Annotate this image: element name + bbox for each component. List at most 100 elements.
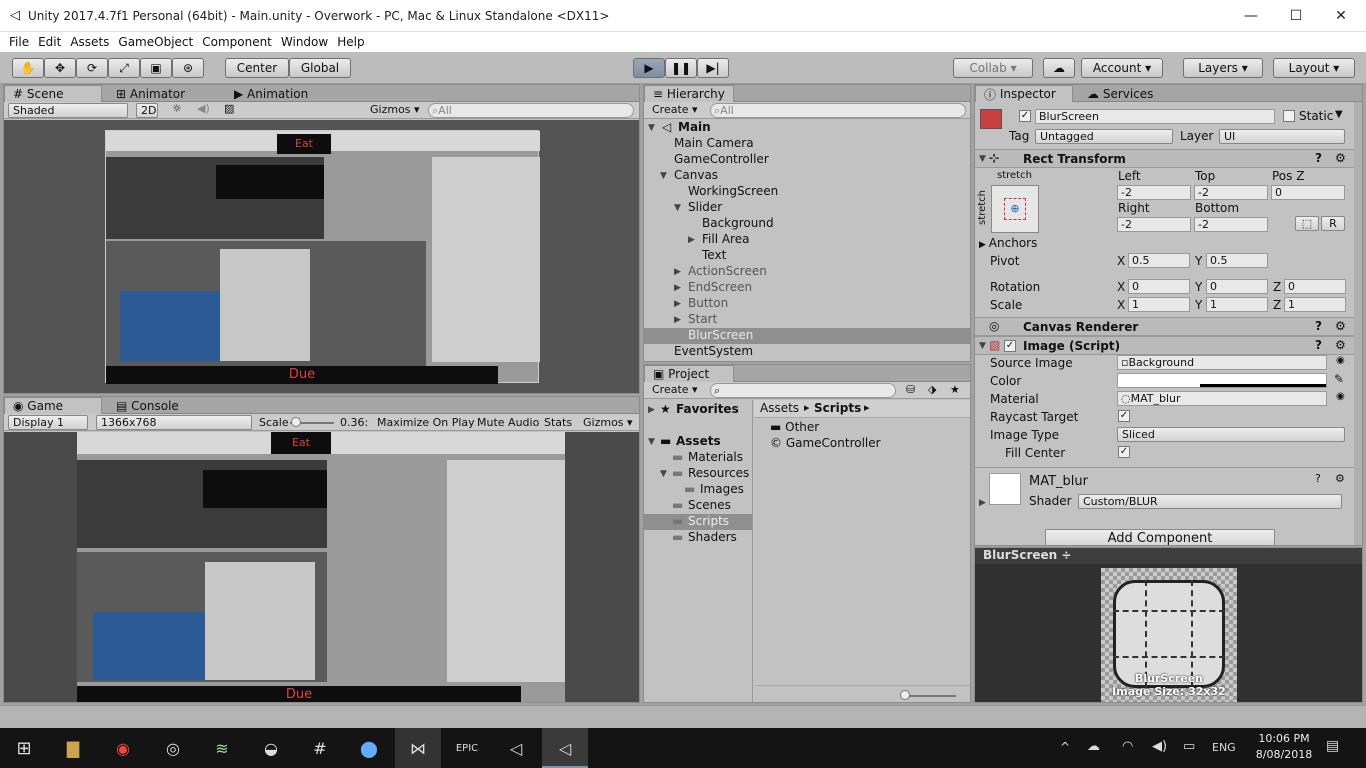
- expand-arrow-icon[interactable]: ▶: [674, 267, 681, 277]
- rot-x-field[interactable]: 0: [1128, 279, 1190, 294]
- project-folder-row[interactable]: ▬ Scripts: [644, 514, 752, 530]
- hierarchy-item[interactable]: BlurScreen: [644, 328, 970, 344]
- rect-tool-icon[interactable]: ▣: [140, 58, 172, 78]
- hierarchy-item[interactable]: WorkingScreen: [644, 184, 970, 200]
- scale-x-field[interactable]: 1: [1128, 297, 1190, 312]
- anchors-foldout[interactable]: ▶ Anchors: [979, 236, 1037, 250]
- hierarchy-search-input[interactable]: ⌕All: [710, 103, 966, 118]
- display-dropdown[interactable]: Display 1: [8, 415, 88, 430]
- scene-view[interactable]: Due Eat: [4, 120, 639, 393]
- filter-label-icon[interactable]: ⬗: [928, 383, 936, 396]
- file-explorer-icon[interactable]: ▇: [61, 736, 85, 760]
- cloud-icon[interactable]: ☁: [1043, 58, 1075, 78]
- settings-gear-icon[interactable]: ⚙: [1335, 472, 1345, 485]
- unity-hub-icon[interactable]: ◁: [504, 736, 528, 760]
- layout-dropdown[interactable]: Layout ▾: [1273, 58, 1355, 78]
- image-script-header[interactable]: ▼ ▧ ✓ Image (Script) ? ⚙: [975, 336, 1362, 355]
- battery-icon[interactable]: ▭: [1183, 739, 1195, 754]
- bottom-field[interactable]: -2: [1194, 217, 1268, 232]
- right-field[interactable]: -2: [1117, 217, 1191, 232]
- anchor-presets-button[interactable]: ⊕: [991, 185, 1039, 233]
- windows-start-icon[interactable]: ⊞: [12, 736, 36, 760]
- shader-dropdown[interactable]: Custom/BLUR: [1078, 494, 1342, 509]
- origin-icon[interactable]: ◎: [161, 736, 185, 760]
- audio-icon[interactable]: ◀): [197, 102, 210, 115]
- lighting-icon[interactable]: ☼: [172, 102, 182, 115]
- help-icon[interactable]: ?: [1315, 338, 1322, 352]
- fill-center-checkbox[interactable]: ✓: [1118, 446, 1130, 458]
- volume-icon[interactable]: ◀): [1152, 739, 1167, 754]
- unity-taskbar-item[interactable]: ◁: [542, 728, 588, 768]
- posz-field[interactable]: 0: [1271, 185, 1345, 200]
- tab-animation[interactable]: ▶ Animation: [226, 85, 316, 102]
- chrome-icon[interactable]: ◉: [111, 736, 135, 760]
- maps-icon[interactable]: ⬤: [357, 736, 381, 760]
- menu-component[interactable]: Component: [202, 35, 272, 49]
- hierarchy-item[interactable]: ▶ ActionScreen: [644, 264, 970, 280]
- canvas-renderer-header[interactable]: ◎ Canvas Renderer ? ⚙: [975, 317, 1362, 336]
- account-dropdown[interactable]: Account ▾: [1081, 58, 1163, 78]
- settings-gear-icon[interactable]: ⚙: [1335, 319, 1346, 333]
- hierarchy-create-dropdown[interactable]: Create ▾: [652, 103, 698, 116]
- script-gamecontroller[interactable]: © GameController: [770, 436, 881, 450]
- hierarchy-item[interactable]: ▼ Canvas: [644, 168, 970, 184]
- gameobject-name-field[interactable]: BlurScreen: [1035, 109, 1275, 124]
- close-button[interactable]: ✕: [1318, 0, 1364, 32]
- pivot-global-button[interactable]: Global: [289, 58, 351, 78]
- add-component-button[interactable]: Add Component: [1045, 529, 1275, 545]
- maximize-button[interactable]: ☐: [1273, 0, 1319, 32]
- hierarchy-item[interactable]: ▶ Button: [644, 296, 970, 312]
- step-button[interactable]: ▶|: [697, 58, 729, 78]
- source-image-field[interactable]: ▫Background: [1117, 355, 1327, 370]
- project-folder-row[interactable]: ▬ Materials: [644, 450, 752, 466]
- breadcrumb-assets[interactable]: Assets: [760, 401, 799, 415]
- hierarchy-item[interactable]: ▶ EndScreen: [644, 280, 970, 296]
- settings-gear-icon[interactable]: ⚙: [1335, 151, 1346, 165]
- clock-date[interactable]: 8/08/2018: [1250, 748, 1318, 761]
- material-field[interactable]: ◌MAT_blur: [1117, 391, 1327, 406]
- project-search-input[interactable]: ⌕: [710, 383, 896, 398]
- project-create-dropdown[interactable]: Create ▾: [652, 383, 698, 396]
- shading-dropdown[interactable]: Shaded: [8, 103, 128, 118]
- icon-size-slider[interactable]: [906, 695, 956, 697]
- tab-hierarchy[interactable]: ≡ Hierarchy: [644, 85, 734, 102]
- pivot-x-field[interactable]: 0.5: [1128, 253, 1190, 268]
- rect-transform-header[interactable]: ▼ ⊹ Rect Transform ? ⚙: [975, 149, 1362, 168]
- eyedropper-icon[interactable]: ✎: [1334, 372, 1344, 386]
- assets-row[interactable]: ▼ ▬ Assets: [644, 434, 752, 450]
- layer-dropdown[interactable]: UI: [1219, 129, 1345, 144]
- minimize-button[interactable]: —: [1228, 0, 1274, 32]
- slack-icon[interactable]: #: [308, 736, 332, 760]
- scale-y-field[interactable]: 1: [1206, 297, 1268, 312]
- menu-gameobject[interactable]: GameObject: [118, 35, 193, 49]
- tab-project[interactable]: ▣ Project: [644, 365, 734, 382]
- scale-z-field[interactable]: 1: [1284, 297, 1346, 312]
- maximize-on-play-toggle[interactable]: Maximize On Play: [377, 416, 475, 429]
- pause-button[interactable]: ❚❚: [665, 58, 697, 78]
- project-folder-row[interactable]: ▬ Images: [644, 482, 752, 498]
- 2d-toggle[interactable]: 2D: [136, 103, 158, 118]
- image-enabled-checkbox[interactable]: ✓: [1004, 340, 1016, 352]
- mute-audio-toggle[interactable]: Mute Audio: [477, 416, 539, 429]
- move-tool-icon[interactable]: ✥: [44, 58, 76, 78]
- scale-slider-thumb[interactable]: [291, 417, 301, 427]
- color-swatch[interactable]: [1117, 373, 1327, 388]
- hierarchy-item[interactable]: GameController: [644, 152, 970, 168]
- top-field[interactable]: -2: [1194, 185, 1268, 200]
- language-indicator[interactable]: ENG: [1212, 741, 1236, 754]
- object-picker-icon[interactable]: ◉: [1336, 391, 1345, 402]
- favorite-star-icon[interactable]: ★: [950, 383, 960, 396]
- hierarchy-item[interactable]: ▶ Fill Area: [644, 232, 970, 248]
- tab-game[interactable]: ◉ Game: [4, 397, 102, 414]
- object-picker-icon[interactable]: ◉: [1336, 355, 1345, 366]
- action-center-icon[interactable]: ▤: [1326, 738, 1339, 754]
- filter-type-icon[interactable]: ⛁: [906, 383, 915, 396]
- show-hidden-icons[interactable]: ^: [1060, 740, 1070, 754]
- effects-icon[interactable]: ▨: [224, 102, 234, 115]
- blueprint-mode-button[interactable]: ⬚: [1295, 216, 1319, 231]
- expand-arrow-icon[interactable]: ▶: [674, 283, 681, 293]
- resolution-dropdown[interactable]: 1366x768: [96, 415, 252, 430]
- visual-studio-taskbar-item[interactable]: ⋈: [395, 728, 441, 768]
- project-folder-row[interactable]: ▬ Scenes: [644, 498, 752, 514]
- hand-tool-icon[interactable]: ✋: [12, 58, 44, 78]
